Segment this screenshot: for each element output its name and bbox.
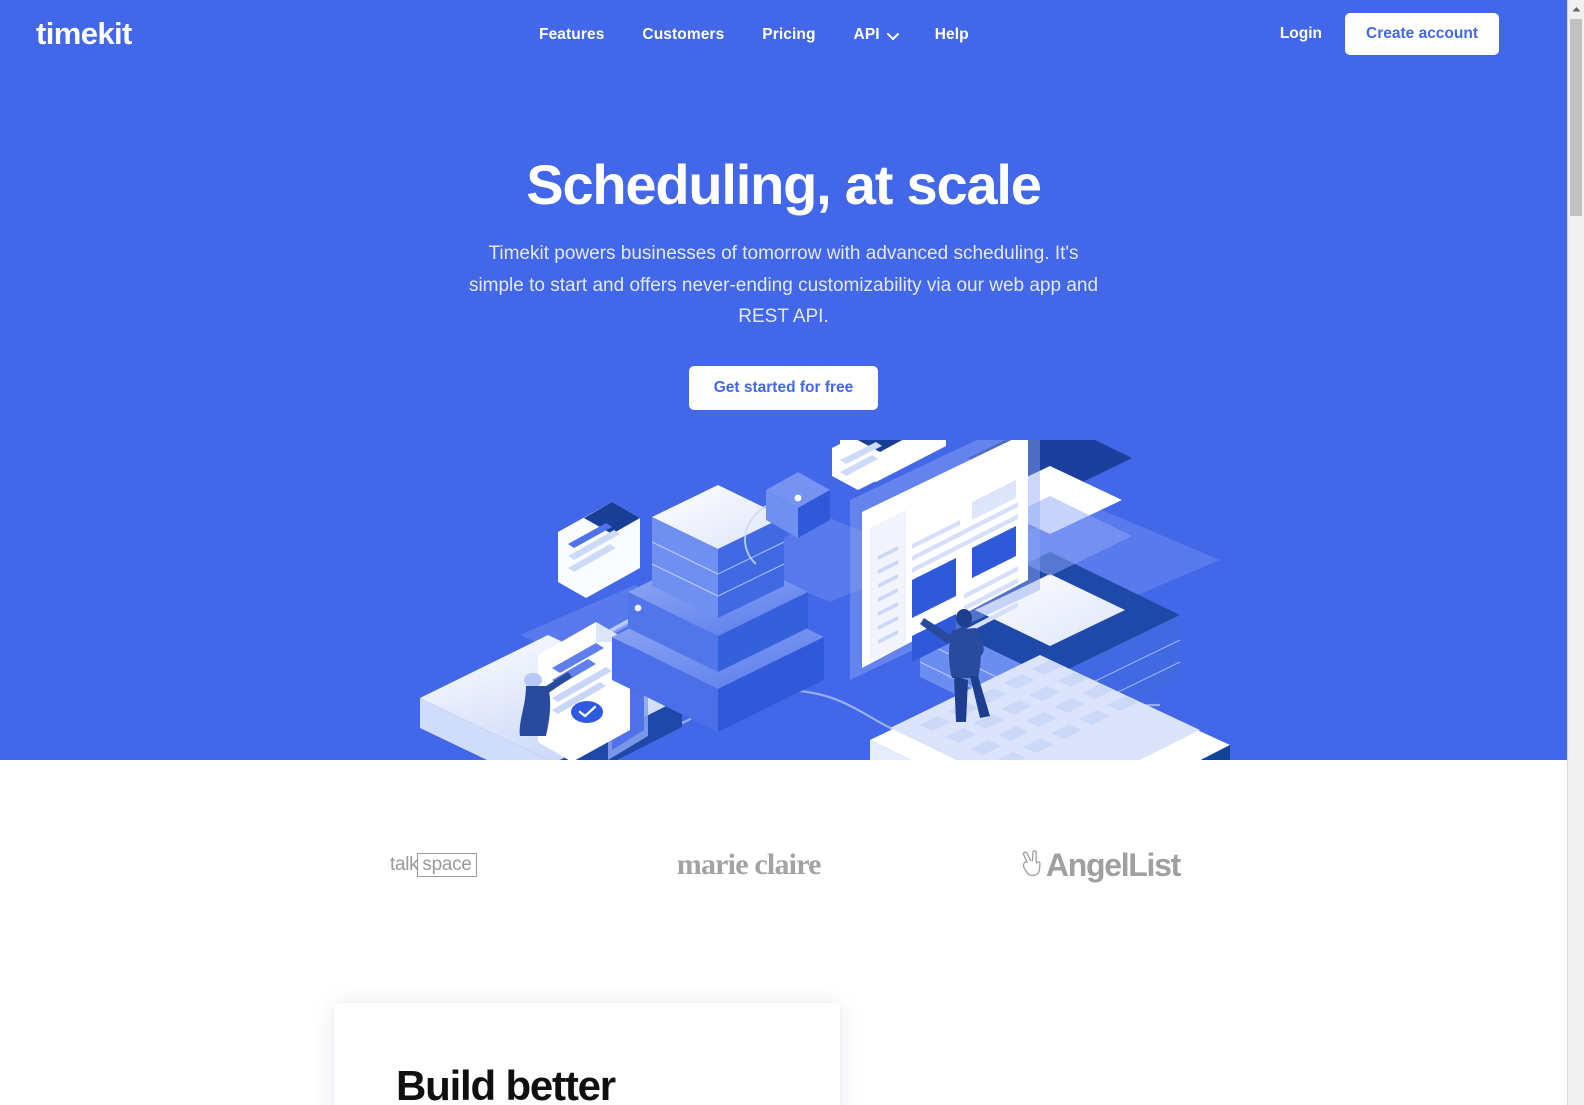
- nav-item-api[interactable]: API: [835, 20, 916, 50]
- feature-card: Build better: [334, 1003, 840, 1105]
- hero-cta-container: Get started for free: [0, 366, 1567, 410]
- client-logo-marie-claire: marie claire: [676, 848, 822, 881]
- get-started-button[interactable]: Get started for free: [688, 366, 879, 410]
- hero-title: Scheduling, at scale: [526, 153, 1042, 216]
- hero-section: timekit Features Customers Pricing API H…: [0, 0, 1567, 760]
- page-scrollbar[interactable]: [1567, 0, 1584, 1105]
- scrollbar-thumb[interactable]: [1570, 19, 1582, 216]
- main-navigation: timekit Features Customers Pricing API H…: [0, 0, 1567, 68]
- nav-item-help-label: Help: [934, 26, 969, 43]
- peace-hand-icon: [1021, 847, 1044, 884]
- client-logos-section: talk space marie claire AngelList: [0, 760, 1567, 1000]
- angellist-label: AngelList: [1045, 846, 1181, 883]
- nav-links: Features Customers Pricing API Help: [520, 20, 988, 50]
- hero-subtitle: Timekit powers businesses of tomorrow wi…: [468, 243, 1099, 327]
- nav-item-pricing-label: Pricing: [762, 26, 816, 43]
- nav-item-customers[interactable]: Customers: [623, 20, 743, 50]
- page-viewport: timekit Features Customers Pricing API H…: [0, 0, 1567, 1105]
- talkspace-word-talk: talk: [390, 854, 419, 875]
- nav-item-features-label: Features: [539, 26, 605, 43]
- nav-item-api-label: API: [853, 26, 880, 43]
- feature-card-title: Build better: [396, 1062, 616, 1105]
- talkspace-word-space: space: [417, 853, 477, 877]
- nav-item-features[interactable]: Features: [520, 20, 623, 50]
- nav-item-help[interactable]: Help: [916, 20, 988, 50]
- client-logo-angellist: AngelList: [1021, 846, 1181, 884]
- hero-illustration: [400, 440, 1230, 760]
- nav-item-customers-label: Customers: [642, 26, 725, 43]
- scrollbar-up-arrow-icon[interactable]: [1568, 0, 1584, 17]
- client-logo-talkspace: talk space: [390, 853, 477, 877]
- nav-item-pricing[interactable]: Pricing: [743, 20, 834, 50]
- create-account-button[interactable]: Create account: [1345, 13, 1499, 55]
- login-link[interactable]: Login: [1264, 17, 1338, 51]
- chevron-down-icon: [886, 33, 899, 40]
- client-logos-row: talk space marie claire AngelList: [390, 840, 1181, 890]
- logo-timekit[interactable]: timekit: [36, 17, 132, 51]
- nav-account-actions: Login Create account: [1264, 13, 1499, 55]
